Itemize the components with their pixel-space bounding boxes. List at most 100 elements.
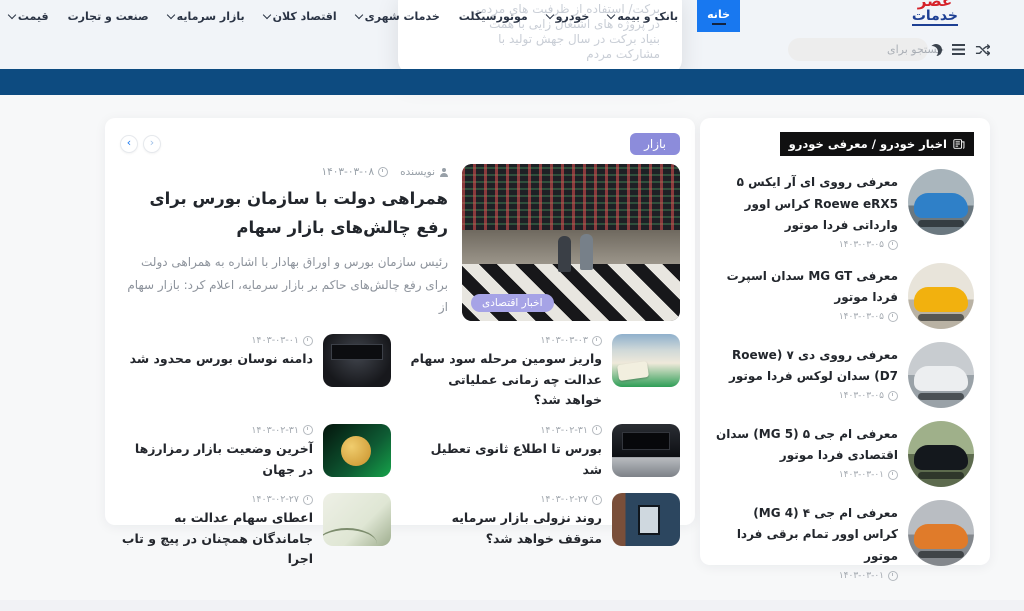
clock-icon xyxy=(303,495,313,505)
site-logo[interactable]: عصر خدمات xyxy=(912,0,958,26)
section-head-row: بازار ‹ › xyxy=(120,131,680,156)
list-item[interactable]: معرفی ام جی ۵ (MG 5) سدان اقتصادی فردا م… xyxy=(716,421,974,487)
nav-item-home[interactable]: خانه xyxy=(697,0,740,32)
list-item[interactable]: معرفی MG GT سدان اسپرت فردا موتور ۱۴۰۳-۰… xyxy=(716,263,974,329)
article-thumbnail xyxy=(612,334,680,387)
article-title[interactable]: آخرین وضعیت بازار رمزارزها در جهان xyxy=(120,439,313,480)
featured-image[interactable]: اخبار اقتصادی xyxy=(462,164,680,321)
article-title[interactable]: معرفی رووی دی ۷ (Roewe D7) سدان لوکس فرد… xyxy=(716,345,898,388)
list-item[interactable]: معرفی ام جی ۴ (MG 4) کراس اوور تمام برقی… xyxy=(716,500,974,581)
list-item[interactable]: معرفی رووی ای آر ایکس ۵ Roewe eRX5 کراس … xyxy=(716,169,974,250)
article-title[interactable]: معرفی رووی ای آر ایکس ۵ Roewe eRX5 کراس … xyxy=(716,172,898,237)
car-thumbnail-orange-crossover xyxy=(908,500,974,566)
nav-item-motorcycle[interactable]: موتورسیکلت xyxy=(459,10,528,23)
ticker-line[interactable]: مشارکت مردم xyxy=(420,47,660,62)
date-meta: ۱۴۰۳-۰۳-۰۵ xyxy=(716,240,898,250)
featured-excerpt: رئیس سازمان بورس و اوراق بهادار با اشاره… xyxy=(120,251,448,319)
article-title[interactable]: واریز سومین مرحله سود سهام عدالت چه زمان… xyxy=(409,349,602,411)
featured-title[interactable]: همراهی دولت با سازمان بورس برای رفع چالش… xyxy=(120,185,448,243)
article-item[interactable]: ۱۴۰۳-۰۲-۳۱ بورس تا اطلاع ثانوی تعطیل شد xyxy=(409,424,680,480)
date-meta: ۱۴۰۳-۰۲-۳۱ xyxy=(120,425,313,436)
article-text: ۱۴۰۳-۰۲-۲۷ اعطای سهام عدالت به جاماندگان… xyxy=(120,493,313,570)
article-grid: ۱۴۰۳-۰۳-۰۳ واریز سومین مرحله سود سهام عد… xyxy=(120,334,680,570)
nav-label: خانه xyxy=(707,8,730,21)
nav-item-capital-market[interactable]: بازار سرمایه xyxy=(168,10,245,23)
article-date: ۱۴۰۳-۰۳-۰۸ xyxy=(321,166,374,178)
carousel-prev-button[interactable]: ‹ xyxy=(120,135,138,153)
article-title[interactable]: معرفی MG GT سدان اسپرت فردا موتور xyxy=(716,266,898,309)
nav-label: خودرو xyxy=(556,10,590,23)
date-meta: ۱۴۰۳-۰۳-۰۱ xyxy=(716,571,898,581)
article-date: ۱۴۰۳-۰۲-۲۷ xyxy=(540,494,588,505)
carousel-controls: ‹ › xyxy=(120,135,161,153)
article-item[interactable]: ۱۴۰۳-۰۲-۲۷ اعطای سهام عدالت به جاماندگان… xyxy=(120,493,391,570)
article-thumbnail xyxy=(612,424,680,477)
search-input[interactable] xyxy=(797,42,946,57)
featured-meta: نویسنده ۱۴۰۳-۰۳-۰۸ xyxy=(120,166,448,178)
date-meta: ۱۴۰۳-۰۳-۰۸ xyxy=(321,166,388,178)
nav-label: بانک و بیمه xyxy=(617,10,678,23)
nav-item-macro-economy[interactable]: اقتصاد کلان xyxy=(264,10,337,23)
date-meta: ۱۴۰۳-۰۳-۰۵ xyxy=(716,312,898,322)
chevron-down-icon xyxy=(8,10,16,18)
list-item-text: معرفی MG GT سدان اسپرت فردا موتور ۱۴۰۳-۰… xyxy=(716,263,898,329)
car-news-list: معرفی رووی ای آر ایکس ۵ Roewe eRX5 کراس … xyxy=(716,169,974,581)
clock-icon xyxy=(592,336,602,346)
list-item[interactable]: معرفی رووی دی ۷ (Roewe D7) سدان لوکس فرد… xyxy=(716,342,974,408)
nav-item-industry-trade[interactable]: صنعت و تجارت xyxy=(68,10,149,23)
date-meta: ۱۴۰۳-۰۲-۳۱ xyxy=(409,425,602,436)
sidebar-header-row: اخبار خودرو / معرفی خودرو xyxy=(716,132,974,156)
chevron-down-icon xyxy=(545,10,553,18)
logo-line-2: خدمات xyxy=(912,9,958,26)
nav-item-price[interactable]: قیمت xyxy=(9,10,49,23)
nav-label: قیمت xyxy=(18,10,49,23)
article-text: ۱۴۰۳-۰۲-۳۱ بورس تا اطلاع ثانوی تعطیل شد xyxy=(409,424,602,480)
lobby-graphic xyxy=(462,230,680,265)
article-title[interactable]: معرفی ام جی ۵ (MG 5) سدان اقتصادی فردا م… xyxy=(716,424,898,467)
article-date: ۱۴۰۳-۰۳-۰۵ xyxy=(839,312,884,322)
featured-text: نویسنده ۱۴۰۳-۰۳-۰۸ همراهی دولت با سازمان… xyxy=(120,164,448,321)
nav-item-city-services[interactable]: خدمات شهری xyxy=(356,10,440,23)
nav-item-bank-insurance[interactable]: بانک و بیمه xyxy=(608,10,678,23)
article-date: ۱۴۰۳-۰۳-۰۳ xyxy=(540,335,588,346)
nav-label: اقتصاد کلان xyxy=(273,10,337,23)
article-date: ۱۴۰۳-۰۳-۰۱ xyxy=(839,470,884,480)
author-icon xyxy=(439,168,448,177)
dark-mode-moon-icon[interactable] xyxy=(930,44,942,56)
article-item[interactable]: ۱۴۰۳-۰۲-۲۷ روند نزولی بازار سرمایه متوقف… xyxy=(409,493,680,570)
article-text: ۱۴۰۳-۰۲-۲۷ روند نزولی بازار سرمایه متوقف… xyxy=(409,493,602,570)
clock-icon xyxy=(378,167,388,177)
clock-icon xyxy=(592,425,602,435)
article-date: ۱۴۰۳-۰۲-۳۱ xyxy=(540,425,588,436)
nav-item-cars[interactable]: خودرو xyxy=(547,10,590,23)
article-title[interactable]: بورس تا اطلاع ثانوی تعطیل شد xyxy=(409,439,602,480)
article-title[interactable]: اعطای سهام عدالت به جاماندگان همچنان در … xyxy=(120,508,313,570)
section-badge[interactable]: بازار xyxy=(630,133,680,155)
article-text: ۱۴۰۳-۰۳-۰۱ دامنه نوسان بورس محدود شد xyxy=(120,334,313,411)
menu-icon[interactable] xyxy=(952,44,965,55)
article-thumbnail xyxy=(323,424,391,477)
article-date: ۱۴۰۳-۰۳-۰۱ xyxy=(839,571,884,581)
article-title[interactable]: معرفی ام جی ۴ (MG 4) کراس اوور تمام برقی… xyxy=(716,503,898,568)
carousel-next-button[interactable]: › xyxy=(143,135,161,153)
list-item-text: معرفی رووی ای آر ایکس ۵ Roewe eRX5 کراس … xyxy=(716,169,898,250)
date-meta: ۱۴۰۳-۰۲-۲۷ xyxy=(120,494,313,505)
clock-icon xyxy=(303,336,313,346)
list-item-text: معرفی ام جی ۴ (MG 4) کراس اوور تمام برقی… xyxy=(716,500,898,581)
article-title[interactable]: دامنه نوسان بورس محدود شد xyxy=(120,349,313,370)
article-date: ۱۴۰۳-۰۲-۳۱ xyxy=(251,425,299,436)
author-meta[interactable]: نویسنده xyxy=(400,166,448,178)
category-badge[interactable]: اخبار اقتصادی xyxy=(471,294,554,312)
article-item[interactable]: ۱۴۰۳-۰۳-۰۳ واریز سومین مرحله سود سهام عد… xyxy=(409,334,680,411)
shuffle-icon[interactable] xyxy=(975,43,990,57)
nav-label: خدمات شهری xyxy=(365,10,440,23)
article-item[interactable]: ۱۴۰۳-۰۲-۳۱ آخرین وضعیت بازار رمزارزها در… xyxy=(120,424,391,480)
article-title[interactable]: روند نزولی بازار سرمایه متوقف خواهد شد؟ xyxy=(409,508,602,549)
ticker-line[interactable]: بنیاد برکت در سال جهش تولید با xyxy=(420,32,660,47)
car-thumbnail-blue-suv xyxy=(908,169,974,235)
car-thumbnail-black-sedan xyxy=(908,421,974,487)
article-text: ۱۴۰۳-۰۳-۰۳ واریز سومین مرحله سود سهام عد… xyxy=(409,334,602,411)
article-item[interactable]: ۱۴۰۳-۰۳-۰۱ دامنه نوسان بورس محدود شد xyxy=(120,334,391,411)
featured-article: اخبار اقتصادی نویسنده ۱۴۰۳-۰۳-۰۸ همراهی … xyxy=(120,164,680,321)
car-news-card: اخبار خودرو / معرفی خودرو معرفی رووی ای … xyxy=(700,118,990,565)
